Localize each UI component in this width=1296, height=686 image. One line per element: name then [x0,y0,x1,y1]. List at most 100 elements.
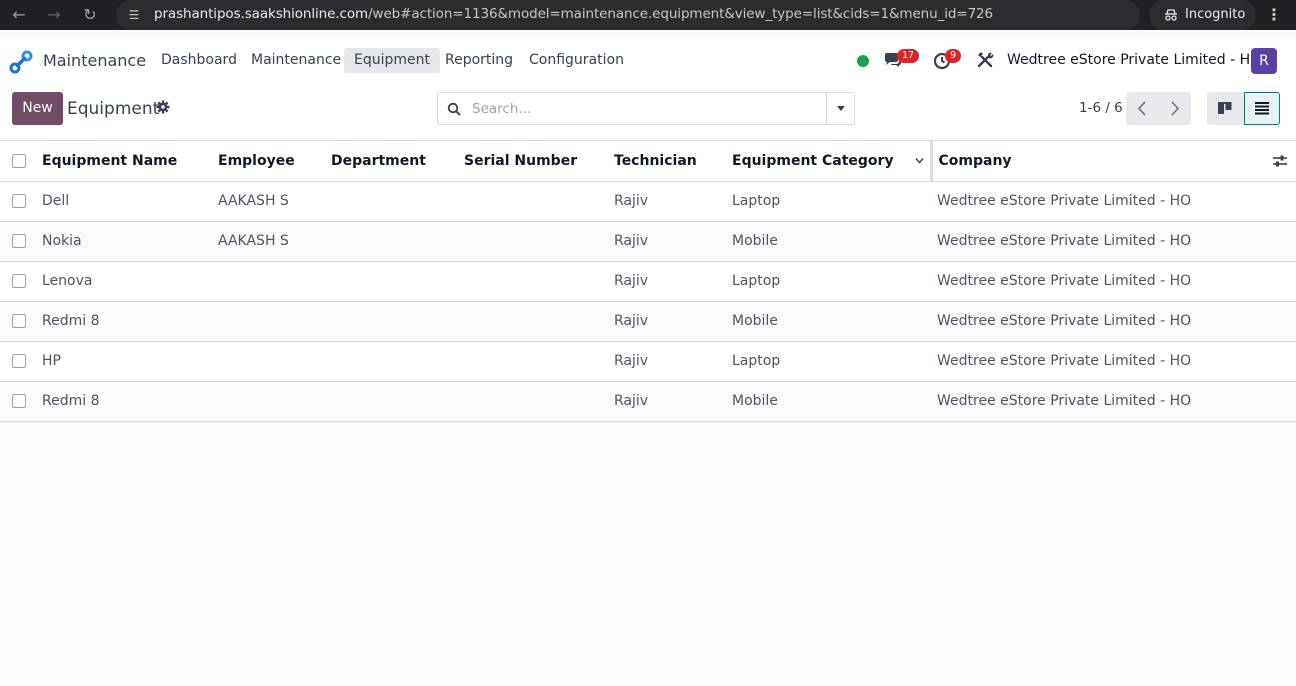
table-row[interactable]: HP Rajiv Laptop Wedtree eStore Private L… [0,341,1296,381]
cell-serial-number[interactable] [458,261,608,301]
cell-equipment-category[interactable]: Mobile [726,221,931,261]
incognito-indicator[interactable]: Incognito [1149,0,1256,30]
url-text[interactable]: prashantipos.saakshionline.com/web#actio… [154,6,993,22]
menu-equipment[interactable]: Equipment [344,48,440,73]
pager-next-icon[interactable] [1159,92,1191,125]
kanban-view-button[interactable] [1207,92,1244,125]
pager-value[interactable]: 1-6 / 6 [1079,100,1123,116]
online-status-icon[interactable] [857,55,869,67]
pager-previous-icon[interactable] [1126,92,1158,125]
cell-equipment-category[interactable]: Mobile [726,381,931,421]
row-select-cell[interactable] [0,221,36,261]
new-button[interactable]: New [12,92,63,125]
back-icon[interactable]: ← [9,5,29,25]
reload-icon[interactable]: ↻ [80,5,100,25]
site-settings-icon[interactable]: ☰ [126,7,142,23]
row-checkbox[interactable] [12,354,26,368]
forward-icon[interactable]: → [44,5,64,25]
table-row[interactable]: Nokia AAKASH S Rajiv Mobile Wedtree eSto… [0,221,1296,261]
row-select-cell[interactable] [0,381,36,421]
select-all-checkbox[interactable] [12,153,26,168]
cell-employee[interactable] [212,341,325,381]
cell-department[interactable] [325,381,458,421]
cell-serial-number[interactable] [458,381,608,421]
row-checkbox[interactable] [12,274,26,288]
search-options-toggle[interactable] [826,93,855,124]
row-select-cell[interactable] [0,181,36,221]
cell-equipment-category[interactable]: Laptop [726,261,931,301]
app-name[interactable]: Maintenance [43,51,146,70]
column-equipment-name[interactable]: Equipment Name [36,141,212,181]
column-employee[interactable]: Employee [212,141,325,181]
cell-company[interactable]: Wedtree eStore Private Limited - HO [931,301,1296,341]
cell-equipment-name[interactable]: Redmi 8 [36,381,212,421]
maintenance-app-icon[interactable] [9,50,33,74]
cell-technician[interactable]: Rajiv [608,381,726,421]
menu-configuration[interactable]: Configuration [519,48,634,73]
menu-reporting[interactable]: Reporting [435,48,523,73]
gear-icon[interactable] [156,100,170,114]
cell-employee[interactable] [212,301,325,341]
cell-employee[interactable] [212,381,325,421]
column-serial-number[interactable]: Serial Number [458,141,608,181]
cell-company[interactable]: Wedtree eStore Private Limited - HO [931,341,1296,381]
select-all-cell[interactable] [0,141,36,181]
row-checkbox[interactable] [12,194,26,208]
company-switcher[interactable]: Wedtree eStore Private Limited - HO [1007,52,1261,68]
cell-company[interactable]: Wedtree eStore Private Limited - HO [931,261,1296,301]
cell-department[interactable] [325,261,458,301]
cell-equipment-name[interactable]: Redmi 8 [36,301,212,341]
user-avatar[interactable]: R [1251,48,1277,74]
row-select-cell[interactable] [0,301,36,341]
menu-dashboard[interactable]: Dashboard [151,48,247,73]
address-bar[interactable]: ☰ prashantipos.saakshionline.com/web#act… [116,0,1237,30]
table-row[interactable]: Redmi 8 Rajiv Mobile Wedtree eStore Priv… [0,381,1296,421]
cell-company[interactable]: Wedtree eStore Private Limited - HO [931,181,1296,221]
row-select-cell[interactable] [0,261,36,301]
cell-technician[interactable]: Rajiv [608,221,726,261]
cell-equipment-name[interactable]: Lenova [36,261,212,301]
cell-department[interactable] [325,301,458,341]
cell-equipment-name[interactable]: Nokia [36,221,212,261]
table-row[interactable]: Redmi 8 Rajiv Mobile Wedtree eStore Priv… [0,301,1296,341]
browser-menu-icon[interactable]: ⋮ [1266,5,1282,24]
cell-technician[interactable]: Rajiv [608,341,726,381]
cell-serial-number[interactable] [458,301,608,341]
tools-icon[interactable] [975,50,995,70]
menu-maintenance[interactable]: Maintenance [241,48,351,73]
cell-equipment-name[interactable]: HP [36,341,212,381]
cell-department[interactable] [325,181,458,221]
cell-department[interactable] [325,221,458,261]
list-view-button[interactable] [1244,92,1280,125]
table-row[interactable]: Dell AAKASH S Rajiv Laptop Wedtree eStor… [0,181,1296,221]
cell-employee[interactable]: AAKASH S [212,181,325,221]
row-checkbox[interactable] [12,394,26,408]
cell-equipment-category[interactable]: Laptop [726,181,931,221]
cell-company[interactable]: Wedtree eStore Private Limited - HO [931,381,1296,421]
row-checkbox[interactable] [12,234,26,248]
search-input[interactable] [470,99,820,119]
column-technician[interactable]: Technician [608,141,726,181]
column-company[interactable]: Company [929,141,1296,181]
row-checkbox[interactable] [12,314,26,328]
cell-equipment-category[interactable]: Mobile [726,301,931,341]
cell-department[interactable] [325,341,458,381]
cell-serial-number[interactable] [458,181,608,221]
cell-equipment-category[interactable]: Laptop [726,341,931,381]
row-select-cell[interactable] [0,341,36,381]
cell-company[interactable]: Wedtree eStore Private Limited - HO [931,221,1296,261]
cell-employee[interactable] [212,261,325,301]
column-department[interactable]: Department [325,141,458,181]
cell-serial-number[interactable] [458,221,608,261]
page-title[interactable]: Equipment [67,99,159,119]
cell-technician[interactable]: Rajiv [608,261,726,301]
optional-columns-icon[interactable] [1272,153,1288,169]
cell-technician[interactable]: Rajiv [608,181,726,221]
cell-serial-number[interactable] [458,341,608,381]
column-equipment-category[interactable]: Equipment Category [726,141,931,181]
cell-technician[interactable]: Rajiv [608,301,726,341]
table-row[interactable]: Lenova Rajiv Laptop Wedtree eStore Priva… [0,261,1296,301]
cell-equipment-name[interactable]: Dell [36,181,212,221]
cell-employee[interactable]: AAKASH S [212,221,325,261]
list-view-icon [1255,102,1269,115]
